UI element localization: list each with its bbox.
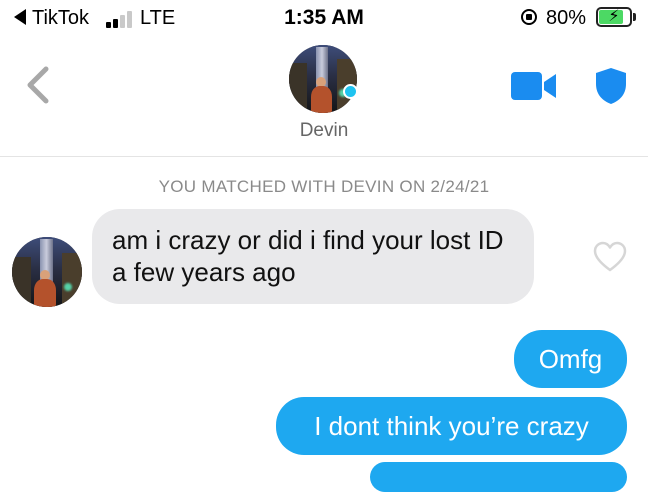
sender-avatar[interactable] [12,237,82,307]
received-message-bubble[interactable]: am i crazy or did i find your lost ID a … [92,209,534,304]
video-camera-icon[interactable] [510,71,558,101]
sent-message-bubble-partial[interactable] [370,462,627,492]
match-notice: YOU MATCHED WITH DEVIN ON 2/24/21 [158,177,490,196]
battery-percent: 80% [546,7,587,29]
heart-like-icon[interactable] [593,241,627,273]
bolt-icon: ⚡ [608,8,620,25]
orientation-lock-icon [521,9,537,25]
battery-cap [633,13,636,21]
shield-icon[interactable] [594,66,628,106]
battery-charging-icon: ⚡ [596,7,632,27]
online-status-dot [343,84,358,99]
contact-name[interactable]: Devin [0,120,648,142]
status-bar: TikTok LTE 1:35 AM 80% ⚡ [0,0,648,38]
sent-message-bubble[interactable]: Omfg [514,330,627,388]
chevron-left-icon[interactable] [24,65,54,105]
sent-message-bubble[interactable]: I dont think you’re crazy [276,397,627,455]
avatar[interactable] [289,45,357,113]
chat-header: Devin [0,38,648,157]
